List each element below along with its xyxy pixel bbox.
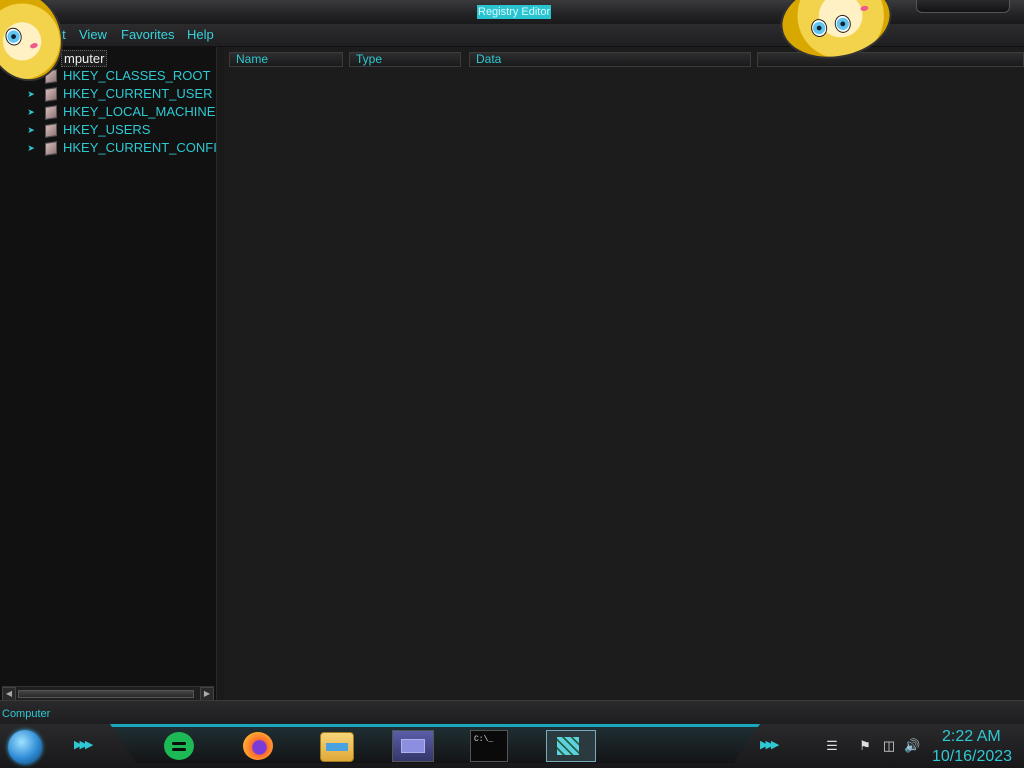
folder-icon [45, 123, 57, 138]
tree-item-label: HKEY_CURRENT_CONFI [63, 140, 217, 155]
mascot-eye [2, 25, 25, 48]
firefox-icon[interactable] [243, 732, 273, 760]
status-bar: Computer [0, 700, 1024, 725]
clock-date[interactable]: 10/16/2023 [932, 748, 1012, 766]
show-hidden-icon[interactable]: ☰ [824, 738, 840, 754]
scroll-left-icon[interactable]: ◀ [2, 687, 16, 701]
tree-item-hkey-current-user[interactable]: ➤ HKEY_CURRENT_USER [26, 85, 226, 103]
tree-item-label: HKEY_LOCAL_MACHINE [63, 104, 216, 119]
expand-arrow-icon[interactable]: ➤ [26, 107, 36, 117]
start-button[interactable] [8, 730, 42, 764]
clock-time[interactable]: 2:22 AM [942, 728, 1001, 746]
mascot-cheek [860, 5, 869, 12]
scroll-right-icon[interactable]: ▶ [200, 687, 214, 701]
mascot-eye [809, 17, 829, 39]
status-path: Computer [2, 708, 51, 720]
column-header-type[interactable]: Type [349, 52, 461, 67]
tree-item-label: HKEY_USERS [63, 122, 151, 137]
column-header-data[interactable]: Data [469, 52, 751, 67]
window-app-icon[interactable] [392, 730, 434, 762]
tree-item-label: HKEY_CLASSES_ROOT [63, 68, 211, 83]
tree-item-hkey-current-config[interactable]: ➤ HKEY_CURRENT_CONFI [26, 139, 226, 157]
window-title: Registry Editor [477, 5, 552, 19]
mascot-cheek [29, 41, 39, 50]
chevron-icon: ▶▶▶ [74, 739, 93, 751]
taskbar-band [110, 724, 760, 763]
command-prompt-icon[interactable] [470, 730, 508, 762]
expand-arrow-icon[interactable]: ➤ [26, 89, 36, 99]
taskbar: ▶▶▶ ▶▶▶ ☰ ⚑ ◫ 🔊 2:22 AM 10/16/2023 [0, 724, 1024, 768]
expand-arrow-icon[interactable]: ➤ [26, 143, 36, 153]
file-explorer-icon[interactable] [320, 732, 354, 762]
tree-horizontal-scrollbar[interactable]: ◀ ▶ [2, 686, 214, 701]
tree-item-label: HKEY_CURRENT_USER [63, 86, 213, 101]
network-icon[interactable]: ◫ [881, 738, 897, 754]
menu-view[interactable]: View [79, 27, 107, 42]
tree-root-computer[interactable]: mputer [61, 50, 108, 67]
tree-item-hkey-users[interactable]: ➤ HKEY_USERS [26, 121, 226, 139]
folder-icon [45, 87, 57, 102]
caption-buttons[interactable] [916, 0, 1010, 13]
scrollbar-thumb[interactable] [18, 690, 194, 698]
folder-icon [45, 105, 57, 120]
column-header-extra[interactable] [757, 52, 1024, 67]
tree-item-hkey-classes-root[interactable]: ➤ HKEY_CLASSES_ROOT [26, 67, 226, 85]
column-header-name[interactable]: Name [229, 52, 343, 67]
flag-icon[interactable]: ⚑ [857, 738, 873, 754]
chevron-icon: ▶▶▶ [760, 739, 779, 751]
tree-item-hkey-local-machine[interactable]: ➤ HKEY_LOCAL_MACHINE [26, 103, 226, 121]
values-list[interactable]: Name Type Data [224, 47, 1024, 700]
spotify-icon[interactable] [164, 732, 194, 760]
menu-help[interactable]: Help [187, 27, 214, 42]
registry-editor-icon[interactable] [546, 730, 596, 762]
mascot-eye [833, 13, 853, 35]
expand-arrow-icon[interactable]: ➤ [26, 125, 36, 135]
volume-icon[interactable]: 🔊 [904, 738, 920, 754]
menu-favorites[interactable]: Favorites [121, 27, 174, 42]
registry-tree[interactable]: mputer ➤ HKEY_CLASSES_ROOT ➤ HKEY_CURREN… [0, 47, 217, 700]
folder-icon [45, 141, 57, 156]
